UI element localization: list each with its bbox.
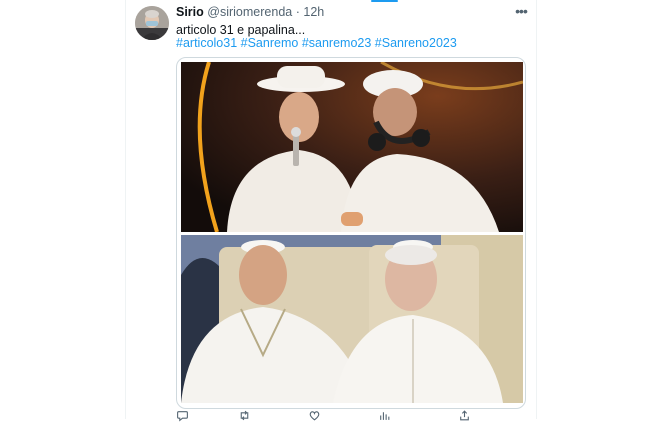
more-horizontal-icon: ••• xyxy=(515,3,528,19)
views-button[interactable] xyxy=(378,409,391,422)
tweet-photo-popes[interactable] xyxy=(181,235,523,403)
active-tab-indicator xyxy=(371,0,398,2)
timeline-left-border xyxy=(125,0,126,419)
retweet-icon xyxy=(240,410,249,421)
share-button[interactable] xyxy=(458,409,471,422)
tweet-text: articolo 31 e papalina... xyxy=(176,23,306,37)
hashtag-link[interactable]: #Sanreno2023 xyxy=(375,36,457,50)
hashtag-link[interactable]: #articolo31 xyxy=(176,36,237,50)
meta-separator: · xyxy=(295,5,300,19)
author-handle[interactable]: @siriomerenda xyxy=(207,5,292,19)
tweet-photo-stage[interactable] xyxy=(181,62,523,232)
tweet-media[interactable] xyxy=(176,57,526,409)
views-icon xyxy=(380,412,390,420)
reply-button[interactable] xyxy=(176,409,189,422)
like-icon xyxy=(309,411,320,421)
more-options-button[interactable]: ••• xyxy=(512,4,530,20)
tweet-header: Sirio @siriomerenda · 12h xyxy=(176,5,324,19)
author-name[interactable]: Sirio xyxy=(176,5,204,19)
tweet-actions xyxy=(176,409,506,423)
tweet-timestamp[interactable]: 12h xyxy=(303,5,324,19)
hashtag-link[interactable]: #sanremo23 xyxy=(302,36,372,50)
like-button[interactable] xyxy=(308,409,321,422)
hashtag-list: #articolo31 #Sanremo #sanremo23 #Sanreno… xyxy=(176,36,457,50)
reply-icon xyxy=(177,411,188,422)
hashtag-link[interactable]: #Sanremo xyxy=(241,36,299,50)
share-icon xyxy=(460,410,469,421)
retweet-button[interactable] xyxy=(238,409,251,422)
avatar[interactable] xyxy=(135,6,169,40)
timeline-right-border xyxy=(536,0,537,419)
